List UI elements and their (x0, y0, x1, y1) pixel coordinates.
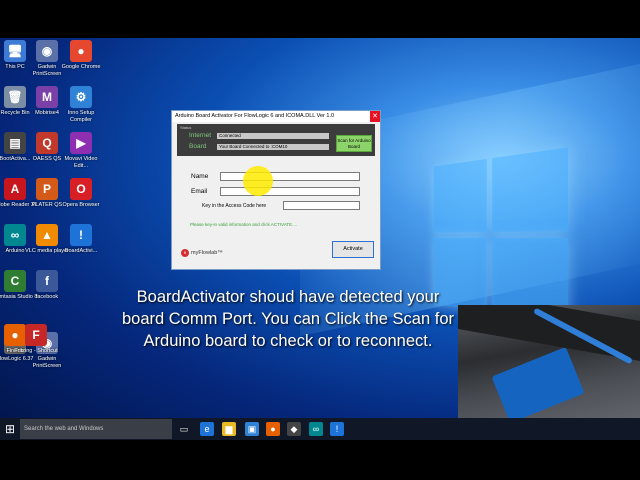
desktop-app-icon: ⚙ (70, 86, 92, 108)
desktop-app-icon: O (70, 178, 92, 200)
desktop-icon[interactable]: ! BoardActivi... (57, 224, 105, 255)
desktop-icon-label: Opera Browser (62, 202, 100, 208)
dialog-titlebar[interactable]: Arduino Board Activator For FlowLogic 6 … (172, 111, 380, 122)
desktop-icon[interactable]: ● Google Chrome (57, 40, 105, 71)
desktop-icon-label: Google Chrome (61, 64, 101, 70)
board-activator-dialog: Arduino Board Activator For FlowLogic 6 … (171, 110, 381, 270)
firefox-icon[interactable]: ● (266, 422, 280, 436)
myflowlab-mark: fl (181, 249, 189, 257)
boardactivator-icon[interactable]: ! (330, 422, 344, 436)
desktop-icon[interactable]: ⚙ Inno Setup Compiler (57, 86, 105, 123)
tutorial-caption: BoardActivator shoud have detected your … (122, 288, 454, 350)
desktop-app-icon: F (25, 324, 47, 346)
desktop-icon-label: facebook (35, 294, 59, 300)
myflowlab-logo-text: myFlowlab™ (191, 250, 223, 256)
desktop-app-icon: f (36, 270, 58, 292)
desktop-icon[interactable]: F Fritzing - Shortcut (12, 324, 60, 355)
status-label: Status (180, 125, 192, 130)
close-button[interactable]: ✕ (370, 111, 380, 122)
cursor-highlight (243, 166, 273, 196)
board-label: Board (189, 143, 207, 150)
start-button[interactable]: ⊞ (3, 422, 17, 436)
myflowlab-logo: fl myFlowlab™ (181, 249, 223, 257)
desktop-icon-label: Movavi Video Edit... (64, 156, 98, 169)
status-panel: Status Internet Connected Board Your Boa… (177, 124, 375, 156)
desktop-app-icon: ! (70, 224, 92, 246)
arduino-board-image (491, 346, 585, 424)
file-explorer-icon[interactable]: ▆ (222, 422, 236, 436)
desktop-app-icon: Q (36, 132, 58, 154)
internet-label: Internet (189, 132, 212, 139)
board-status: Your Board Connected to :COM10 (217, 144, 329, 150)
internet-status: Connected (217, 133, 329, 139)
desktop-app-icon: ● (70, 40, 92, 62)
desktop-icon-label: BoardActivi... (64, 248, 98, 254)
inkscape-icon[interactable]: ◆ (287, 422, 301, 436)
scan-button[interactable]: Scan for Arduino Board (336, 135, 372, 152)
desktop-icon-label: Inno Setup Compiler (67, 110, 95, 123)
taskbar-search[interactable]: Search the web and Windows (20, 419, 172, 439)
desktop-app-icon: ▶ (70, 132, 92, 154)
name-field[interactable] (220, 172, 360, 181)
access-code-field[interactable] (283, 201, 360, 210)
email-field[interactable] (220, 187, 360, 196)
taskbar: ⊞ Search the web and Windows ▭ e ▆ ▣ ● ◆ ∞! (0, 418, 640, 440)
desktop-icon[interactable]: f facebook (23, 270, 71, 301)
task-view-icon[interactable]: ▭ (177, 422, 191, 436)
email-label: Email (191, 188, 208, 195)
arduino-icon[interactable]: ∞ (309, 422, 323, 436)
desktop-app-icon: M (36, 86, 58, 108)
edge-icon[interactable]: e (200, 422, 214, 436)
hint-text: Please key-in valid information and clic… (190, 222, 298, 227)
desktop-icon-label: Fritzing - Shortcut (14, 348, 58, 354)
name-label: Name (191, 173, 209, 180)
desktop-icon-label: Gadwin PrintScreen (32, 356, 62, 369)
desktop-app-icon: ◉ (36, 40, 58, 62)
activate-button[interactable]: Activate (332, 241, 374, 258)
access-code-label: Key in the Access Code here (202, 203, 267, 209)
desktop-app-icon: P (36, 178, 58, 200)
desktop-icon[interactable]: ▶ Movavi Video Edit... (57, 132, 105, 169)
desktop-app-icon: ▲ (36, 224, 58, 246)
store-icon[interactable]: ▣ (245, 422, 259, 436)
dialog-title: Arduino Board Activator For FlowLogic 6 … (175, 113, 335, 119)
desktop-icon[interactable]: O Opera Browser (57, 178, 105, 209)
